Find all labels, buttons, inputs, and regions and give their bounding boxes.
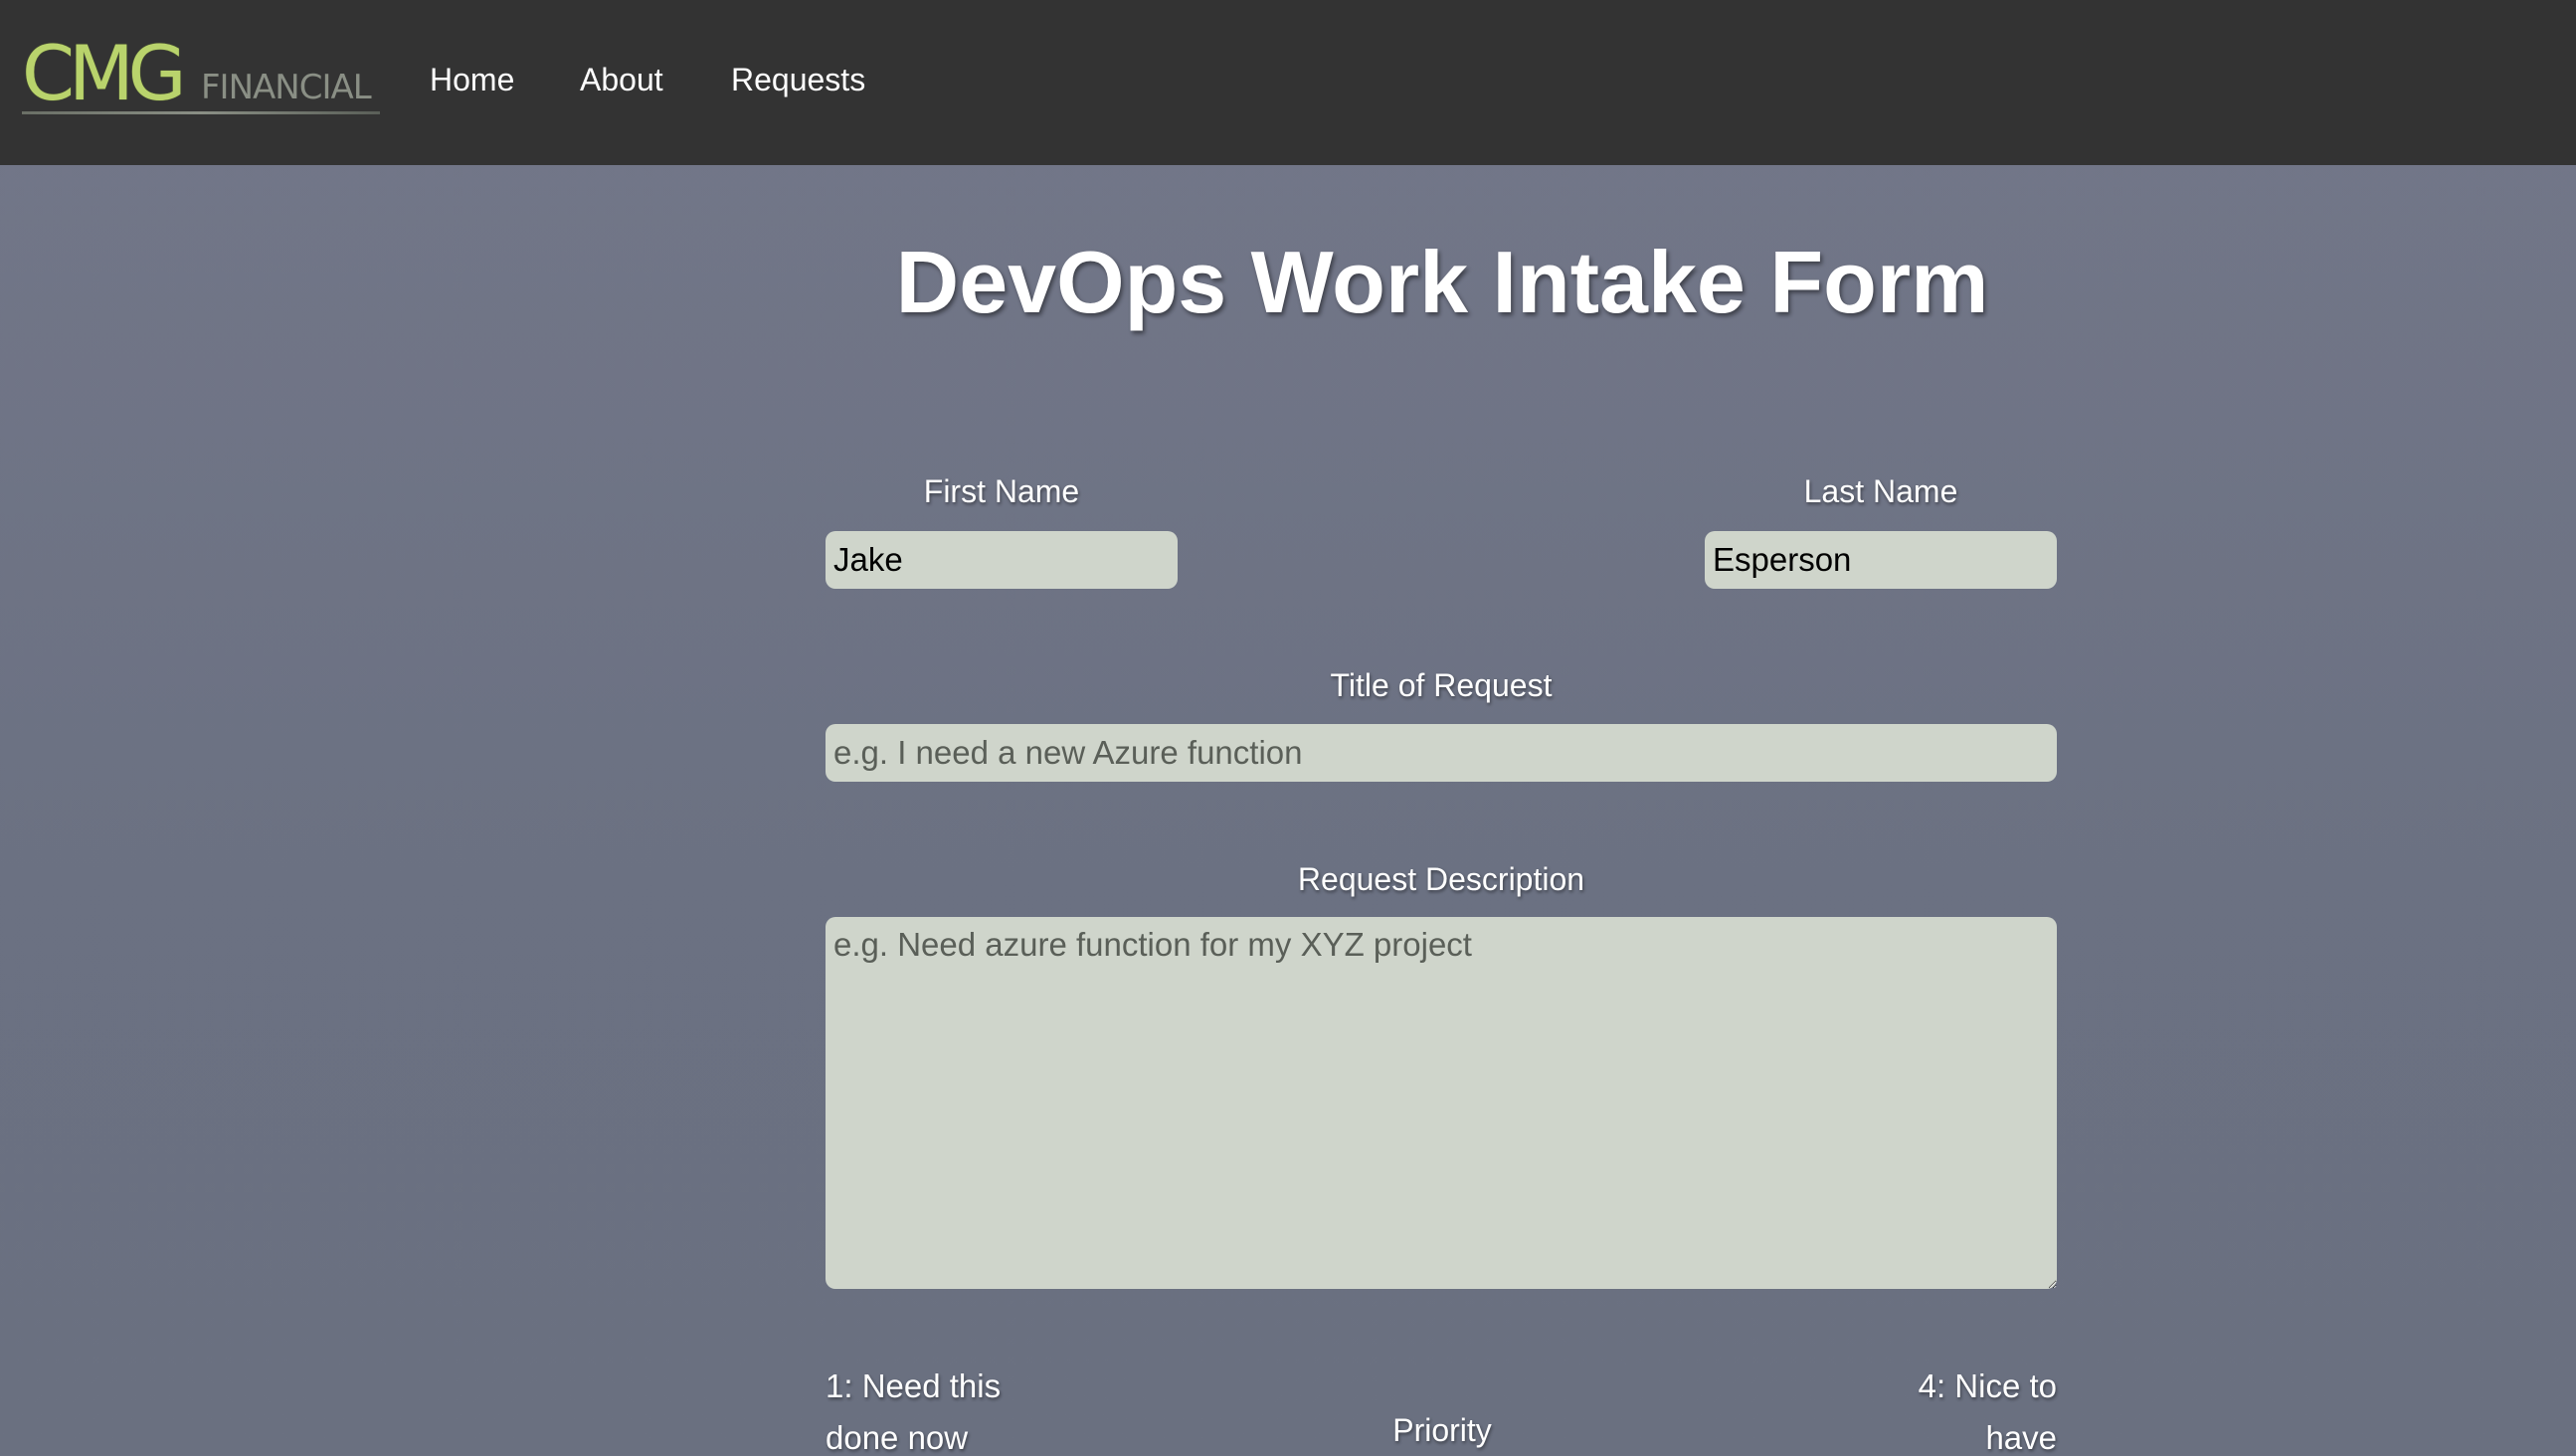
nav-link-home[interactable]: Home bbox=[430, 60, 514, 99]
navbar: CMG FINANCIAL Home About Requests bbox=[0, 0, 2576, 165]
request-description-textarea[interactable] bbox=[826, 917, 2057, 1289]
priority-min-label: 1: Need this done now bbox=[826, 1367, 1002, 1456]
logo-financial-text: FINANCIAL bbox=[201, 68, 372, 107]
last-name-label: Last Name bbox=[1803, 473, 1958, 509]
page-title: DevOps Work Intake Form bbox=[895, 233, 1989, 331]
last-name-input[interactable] bbox=[1705, 531, 2057, 589]
logo-underline bbox=[22, 111, 380, 114]
nav-link-requests[interactable]: Requests bbox=[731, 60, 865, 99]
first-name-label: First Name bbox=[923, 473, 1080, 509]
first-name-input[interactable] bbox=[826, 531, 1178, 589]
request-title-label: Title of Request bbox=[1330, 667, 1553, 703]
logo-cmg-text: CMG bbox=[22, 29, 187, 117]
nav-link-about[interactable]: About bbox=[580, 60, 663, 99]
priority-label: Priority bbox=[1392, 1412, 1492, 1448]
cmg-financial-logo[interactable]: CMG FINANCIAL bbox=[22, 34, 382, 115]
priority-max-label: 4: Nice to have bbox=[1918, 1367, 2057, 1456]
request-title-input[interactable] bbox=[826, 724, 2057, 782]
request-description-label: Request Description bbox=[1297, 861, 1585, 897]
